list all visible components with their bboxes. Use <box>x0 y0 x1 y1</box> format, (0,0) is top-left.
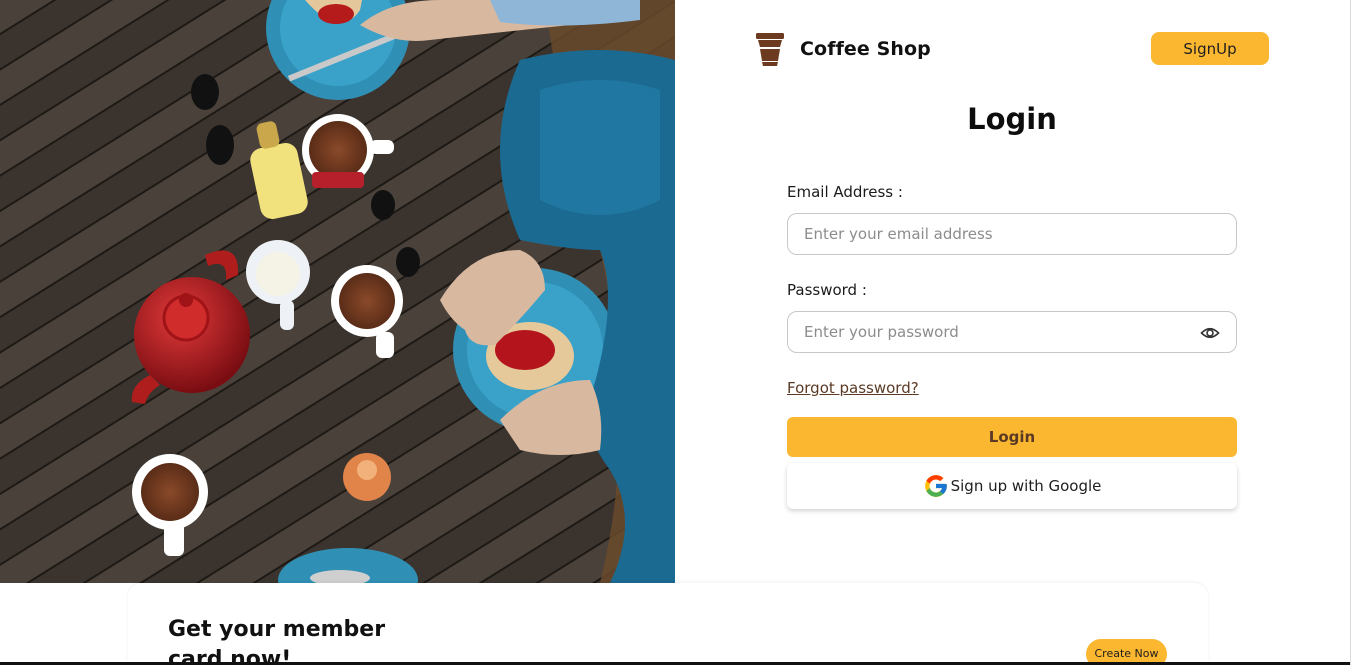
password-input[interactable] <box>788 312 1236 352</box>
email-field-wrapper <box>787 213 1237 255</box>
google-signup-label: Sign up with Google <box>950 477 1102 495</box>
brand-name: Coffee Shop <box>800 38 931 60</box>
password-field-wrapper <box>787 311 1237 353</box>
login-title: Login <box>967 102 1057 136</box>
login-button[interactable]: Login <box>787 417 1237 457</box>
password-label: Password : <box>787 281 867 299</box>
google-signup-button[interactable]: Sign up with Google <box>787 463 1237 509</box>
signup-button[interactable]: SignUp <box>1151 32 1269 65</box>
email-label: Email Address : <box>787 183 903 201</box>
forgot-password-link[interactable]: Forgot password? <box>787 379 919 397</box>
eye-icon[interactable] <box>1200 323 1220 343</box>
member-card: Get your member card now! Create Now <box>128 583 1208 665</box>
coffee-cup-icon <box>753 30 787 68</box>
brand[interactable]: Coffee Shop <box>753 30 931 68</box>
hero-photo <box>0 0 675 583</box>
google-icon <box>923 473 949 499</box>
cafe-table-illustration <box>0 0 675 583</box>
email-input[interactable] <box>788 214 1236 254</box>
member-card-title: Get your member card now! <box>168 617 386 665</box>
login-page: Coffee Shop SignUp Login Email Address :… <box>0 0 1351 665</box>
